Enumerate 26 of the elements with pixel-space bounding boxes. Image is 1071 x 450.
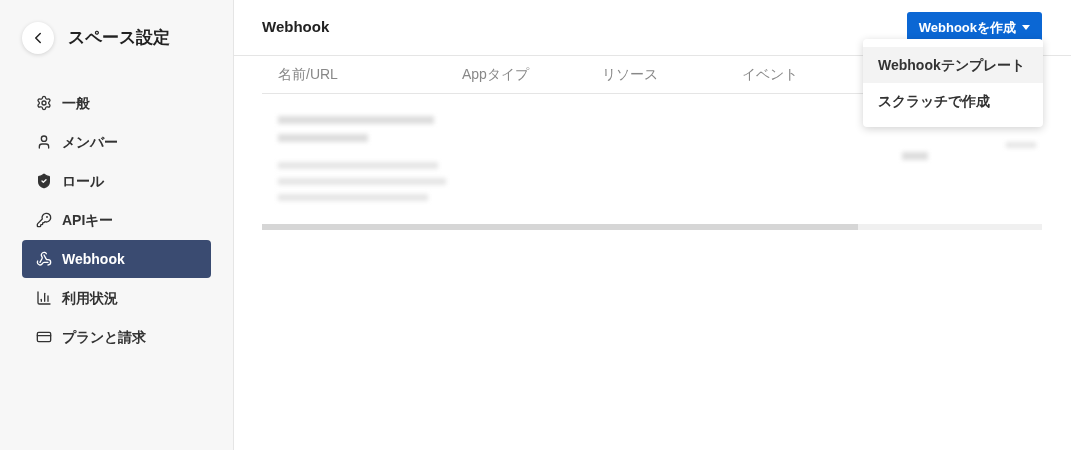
sidebar-item[interactable]: メンバー [22,123,211,161]
webhook-icon [36,251,52,267]
sidebar-item[interactable]: 一般 [22,84,211,122]
shield-check-icon [36,173,52,189]
sidebar-item[interactable]: ロール [22,162,211,200]
blurred-text-drawing [902,152,928,160]
column-header: Appタイプ [462,65,531,84]
sidebar-item[interactable]: Webhook [22,240,211,278]
key-icon [36,212,52,228]
caret-icon [1022,25,1030,30]
sidebar-item[interactable]: APIキー [22,201,211,239]
credit-card-icon [36,329,52,345]
menu-item[interactable]: スクラッチで作成 [863,83,1043,119]
menu-item[interactable]: Webhookテンプレート [863,47,1043,83]
column-header: 名前/URL [277,65,339,84]
column-header: イベント [742,65,799,84]
column-header: リソース [602,65,659,84]
bar-chart-icon [36,290,52,306]
sidebar-item[interactable]: プランと請求 [22,318,211,356]
sidebar-item[interactable]: 利用状況 [22,279,211,317]
back-button[interactable] [22,22,54,54]
page-title: Webhook [262,17,330,38]
horizontal-scrollbar[interactable] [262,224,1042,230]
gear-icon [36,95,52,111]
sidebar-title: スペース設定 [68,27,170,50]
person-icon [36,134,52,150]
